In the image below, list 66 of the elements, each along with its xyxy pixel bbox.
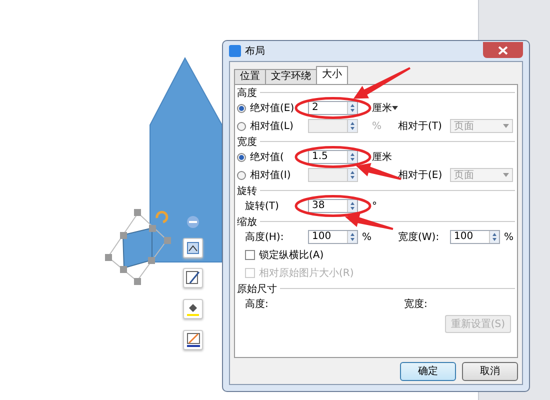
section-title: 缩放 <box>237 216 257 228</box>
unit-label: % <box>372 120 382 132</box>
unit-label: % <box>362 232 372 242</box>
option-label: 高度(H): <box>245 230 285 244</box>
unit-label: % <box>503 232 515 242</box>
section-title: 宽度 <box>237 136 257 148</box>
tab[interactable]: 大小 <box>316 66 348 84</box>
option-label: 绝对值(E) <box>250 102 296 115</box>
section-title: 原始尺寸 <box>237 282 277 296</box>
option-label: 相对值(L) <box>250 120 294 133</box>
radio-button[interactable] <box>237 152 246 162</box>
option-label: 旋转(T) <box>245 200 280 213</box>
pointer-arrow <box>345 213 394 230</box>
picture-icon <box>187 242 199 254</box>
edit-shape-button[interactable] <box>183 268 203 288</box>
field-label: 宽度: <box>404 298 428 311</box>
caret-icon <box>503 173 509 177</box>
spinner-icon[interactable] <box>348 102 357 114</box>
close-button[interactable] <box>483 42 523 58</box>
ok-button[interactable]: 确定 <box>400 362 456 380</box>
section-title: 高度 <box>237 86 257 100</box>
spinner-icon[interactable] <box>348 151 357 163</box>
unit-label: ° <box>371 200 378 212</box>
number-field[interactable]: 100 <box>308 230 358 244</box>
option-label: 相对于(T) <box>398 120 443 133</box>
number-field[interactable] <box>308 119 358 133</box>
caret-icon[interactable] <box>392 106 398 110</box>
pen-icon <box>186 271 200 285</box>
app-logo-icon <box>229 45 241 57</box>
spinner-icon[interactable] <box>348 231 357 243</box>
option-label: 绝对值( <box>250 150 285 164</box>
radio-button[interactable] <box>237 104 246 112</box>
option-label: 相对于(E) <box>398 168 444 182</box>
section-title: 旋转 <box>237 184 257 198</box>
fill-icon <box>187 302 199 316</box>
close-icon <box>498 46 508 54</box>
collapse-icon[interactable] <box>187 216 199 228</box>
window-title: 布局 <box>245 45 265 58</box>
tab[interactable]: 文字环绕 <box>265 69 317 84</box>
spinner-icon[interactable] <box>490 231 499 243</box>
spinner-icon[interactable] <box>348 120 357 132</box>
pointer-arrow <box>353 67 410 99</box>
checkbox-label: 相对原始图片大小(R) <box>259 266 354 280</box>
checkbox-label: 锁定纵横比(A) <box>259 248 324 262</box>
unit-label: 厘米 <box>372 102 392 115</box>
radio-button[interactable] <box>237 170 246 180</box>
number-field[interactable]: 2 <box>308 101 358 115</box>
layout-options-button[interactable] <box>183 238 203 258</box>
number-field[interactable]: 100 <box>450 230 500 244</box>
outline-color-button[interactable] <box>183 330 203 350</box>
caret-icon <box>503 124 509 128</box>
spinner-icon[interactable] <box>348 200 357 212</box>
field-label: 高度: <box>245 298 270 311</box>
unit-label: 厘米 <box>372 150 392 164</box>
cancel-button[interactable]: 取消 <box>462 362 518 380</box>
option-label: 宽度(W): <box>398 230 440 244</box>
radio-button[interactable] <box>237 122 246 130</box>
tab[interactable]: 位置 <box>234 69 266 84</box>
number-field[interactable] <box>308 168 358 182</box>
number-field[interactable]: 1.5 <box>308 150 358 164</box>
number-field[interactable]: 38 <box>308 199 358 213</box>
rotate-handle-icon[interactable] <box>156 210 168 224</box>
line-color-icon <box>186 333 200 347</box>
fill-color-button[interactable] <box>183 299 203 319</box>
checkbox[interactable] <box>245 250 255 260</box>
option-label: 相对值(I) <box>250 168 292 182</box>
